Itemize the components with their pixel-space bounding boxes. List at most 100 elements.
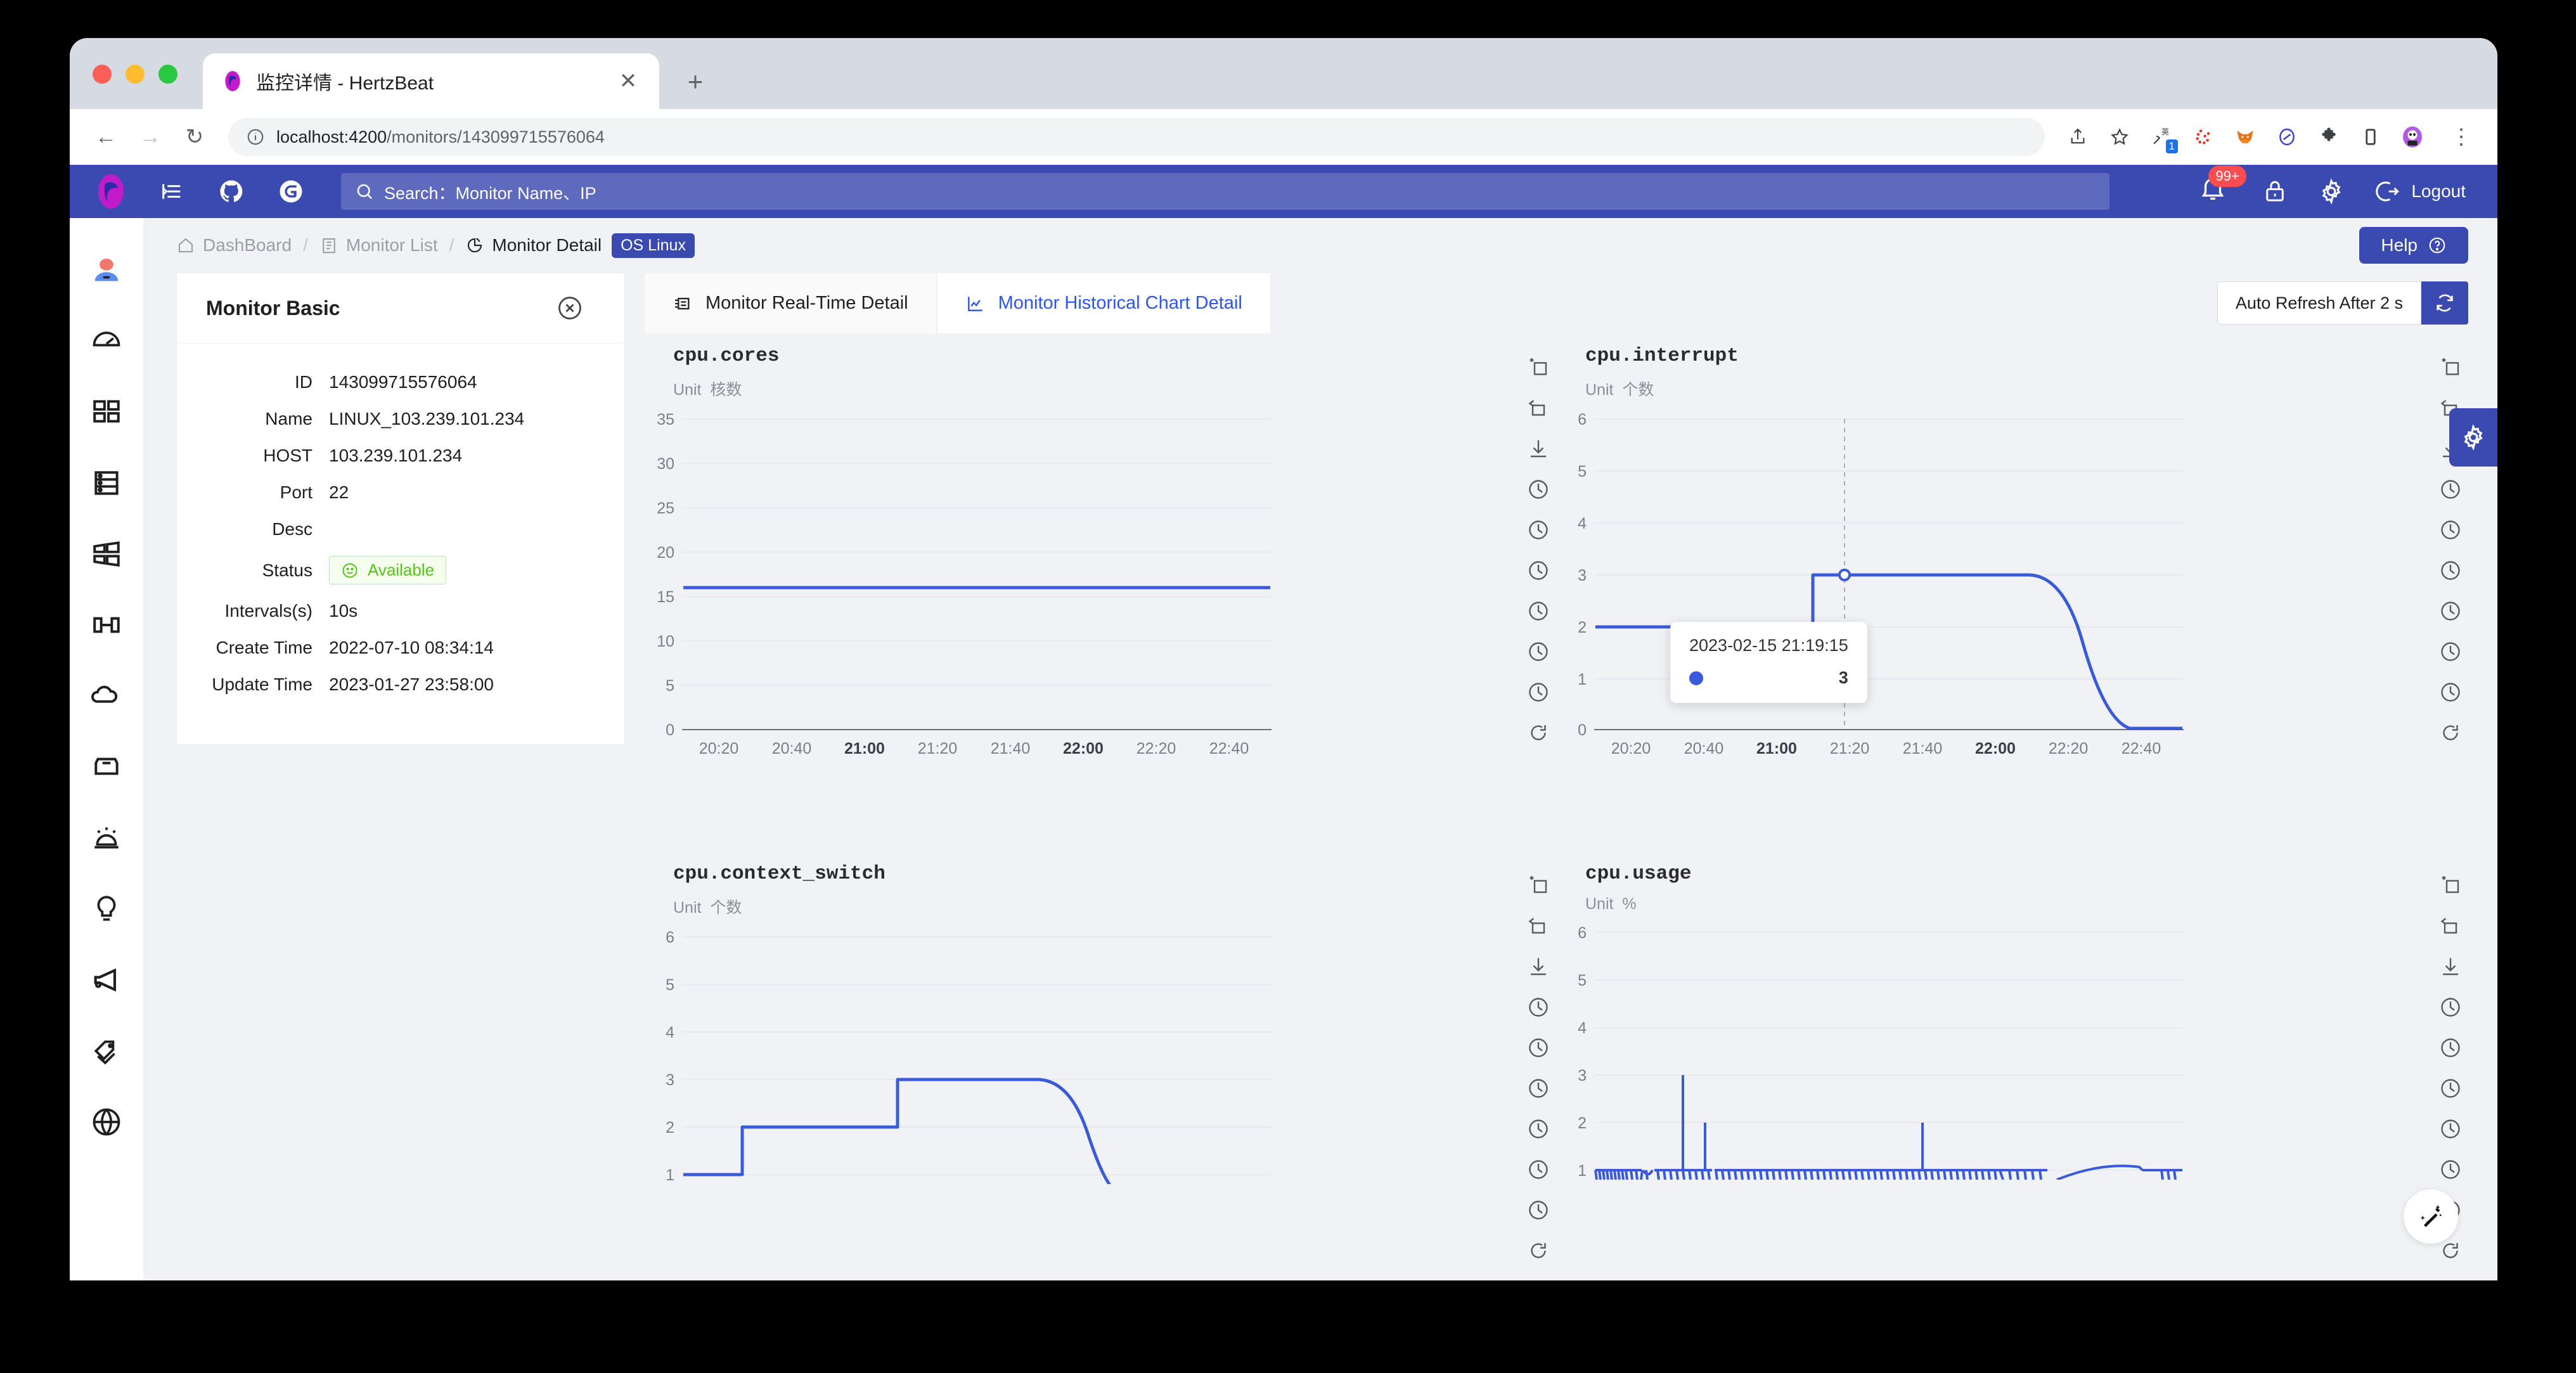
forward-icon[interactable]: → xyxy=(131,117,170,157)
zoom-in-icon[interactable] xyxy=(1527,874,1552,899)
svg-text:21:40: 21:40 xyxy=(1903,740,1943,755)
clock-icon[interactable] xyxy=(1527,1118,1552,1143)
zoom-restore-icon[interactable] xyxy=(1527,915,1552,940)
clock-icon[interactable] xyxy=(2439,478,2464,503)
tab-realtime-label: Monitor Real-Time Detail xyxy=(705,293,908,314)
clock-icon[interactable] xyxy=(2439,640,2464,666)
download-icon[interactable] xyxy=(1527,955,1552,981)
browser-menu-icon[interactable]: ⋮ xyxy=(2442,117,2481,157)
hertzbeat-logo-icon[interactable] xyxy=(91,172,131,211)
clock-icon[interactable] xyxy=(2439,519,2464,544)
clock-icon[interactable] xyxy=(1527,1199,1552,1224)
metamask-fox-icon[interactable] xyxy=(2232,124,2258,150)
puzzle-extensions-icon[interactable] xyxy=(2316,124,2341,150)
chart-refresh-icon[interactable] xyxy=(2439,721,2464,747)
sidebar-item-bulb[interactable] xyxy=(70,873,143,944)
browser-tab[interactable]: 监控详情 - HertzBeat ✕ xyxy=(203,53,659,109)
pie-chart-icon xyxy=(465,236,484,255)
clock-icon[interactable] xyxy=(1527,519,1552,544)
field-value: 22 xyxy=(329,482,349,503)
zoom-in-icon[interactable] xyxy=(2439,356,2464,382)
clock-icon[interactable] xyxy=(1527,1077,1552,1102)
maximize-window-button[interactable] xyxy=(158,65,177,84)
chart-refresh-icon[interactable] xyxy=(1527,1239,1552,1265)
clock-icon[interactable] xyxy=(1527,640,1552,666)
field-label: Status xyxy=(177,560,329,581)
browser-tab-title: 监控详情 - HertzBeat xyxy=(256,67,601,95)
logout-button[interactable]: Logout xyxy=(2374,178,2466,205)
refresh-button[interactable] xyxy=(2421,281,2468,325)
zoom-in-icon[interactable] xyxy=(1527,356,1552,382)
sidebar-item-alert[interactable] xyxy=(70,803,143,873)
close-icon[interactable] xyxy=(556,294,585,323)
clock-icon[interactable] xyxy=(2439,996,2464,1021)
sidebar-item-globe[interactable] xyxy=(70,1086,143,1157)
address-bar[interactable]: localhost:4200/monitors/143099715576064 xyxy=(228,118,2045,156)
profile-avatar[interactable] xyxy=(2400,124,2425,150)
clock-icon[interactable] xyxy=(1527,1158,1552,1183)
red-dots-extension-icon[interactable] xyxy=(2191,124,2216,150)
clock-icon[interactable] xyxy=(2439,1158,2464,1183)
clock-icon[interactable] xyxy=(1527,559,1552,584)
clock-icon[interactable] xyxy=(1527,1036,1552,1062)
sidebar-item-windows[interactable] xyxy=(70,519,143,590)
menu-collapse-icon[interactable] xyxy=(153,173,190,210)
clock-icon[interactable] xyxy=(1527,996,1552,1021)
sidebar-item-cloud[interactable] xyxy=(70,661,143,732)
auto-refresh-select[interactable]: Auto Refresh After 2 s xyxy=(2217,281,2421,325)
settings-panel-toggle[interactable] xyxy=(2449,408,2497,467)
reload-icon[interactable]: ↻ xyxy=(175,117,214,157)
sidebar-item-middleware[interactable] xyxy=(70,590,143,661)
clock-icon[interactable] xyxy=(1527,600,1552,625)
site-info-icon[interactable] xyxy=(246,127,265,146)
sidebar-item-dashboard[interactable] xyxy=(70,306,143,377)
zoom-restore-icon[interactable] xyxy=(2439,915,2464,940)
back-icon[interactable]: ← xyxy=(86,117,126,157)
settings-gear-icon[interactable] xyxy=(2317,177,2345,205)
clock-icon[interactable] xyxy=(2439,600,2464,625)
sidebar-item-custom[interactable] xyxy=(70,732,143,803)
theme-magic-button[interactable] xyxy=(2404,1189,2458,1244)
field-value: LINUX_103.239.101.234 xyxy=(329,409,524,429)
notifications-button[interactable]: 99+ xyxy=(2198,174,2232,209)
help-button[interactable]: Help xyxy=(2359,227,2468,264)
github-icon[interactable] xyxy=(213,173,250,210)
clock-icon[interactable] xyxy=(1527,478,1552,503)
chart-refresh-icon[interactable] xyxy=(1527,721,1552,747)
close-tab-button[interactable]: ✕ xyxy=(614,67,643,96)
reading-list-icon[interactable] xyxy=(2358,124,2383,150)
clock-icon[interactable] xyxy=(1527,681,1552,706)
download-icon[interactable] xyxy=(1527,437,1552,463)
zoom-in-icon[interactable] xyxy=(2439,874,2464,899)
download-icon[interactable] xyxy=(2439,955,2464,981)
clock-icon[interactable] xyxy=(2439,1118,2464,1143)
tab-monitor-realtime[interactable]: Monitor Real-Time Detail xyxy=(644,273,937,333)
zoom-restore-icon[interactable] xyxy=(1527,397,1552,422)
translate-extension-icon[interactable]: 英 1 xyxy=(2149,124,2174,150)
sidebar-item-announcement[interactable] xyxy=(70,944,143,1015)
sidebar-item-database[interactable] xyxy=(70,448,143,519)
lock-icon[interactable] xyxy=(2262,178,2288,205)
sidebar-item-apps[interactable] xyxy=(70,377,143,448)
no-entry-extension-icon[interactable] xyxy=(2274,124,2300,150)
new-tab-button[interactable]: + xyxy=(681,67,710,96)
tab-monitor-historical[interactable]: Monitor Historical Chart Detail xyxy=(937,273,1271,333)
clock-icon[interactable] xyxy=(2439,1036,2464,1062)
svg-text:22:40: 22:40 xyxy=(2122,740,2161,755)
sidebar-item-avatar[interactable] xyxy=(70,235,143,306)
detail-layout: Monitor Basic ID 143099715576064 xyxy=(143,273,2497,1280)
share-icon[interactable] xyxy=(2065,124,2090,150)
sidebar-item-tags[interactable] xyxy=(70,1015,143,1086)
breadcrumb-monitor-list[interactable]: Monitor List xyxy=(319,235,438,255)
clock-icon[interactable] xyxy=(2439,681,2464,706)
clock-icon[interactable] xyxy=(2439,1077,2464,1102)
bookmark-star-icon[interactable] xyxy=(2107,124,2132,150)
chart-refresh-icon[interactable] xyxy=(2439,1239,2464,1265)
gitee-icon[interactable] xyxy=(273,173,309,210)
breadcrumb-dashboard[interactable]: DashBoard xyxy=(176,235,292,255)
clock-icon[interactable] xyxy=(2439,559,2464,584)
close-window-button[interactable] xyxy=(93,65,112,84)
minimize-window-button[interactable] xyxy=(126,65,145,84)
breadcrumb-dashboard-label: DashBoard xyxy=(203,235,292,255)
global-search-input[interactable]: Search：Monitor Name、IP xyxy=(341,173,2109,210)
